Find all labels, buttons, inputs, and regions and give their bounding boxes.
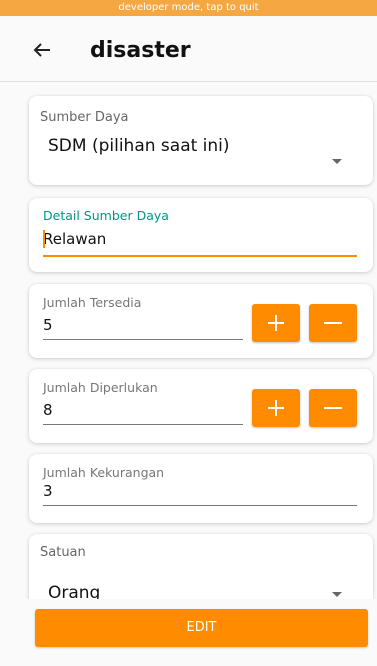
jumlah-diperlukan-label: Jumlah Diperlukan bbox=[43, 380, 158, 395]
decrement-diperlukan-button[interactable] bbox=[309, 389, 357, 427]
decrement-tersedia-button[interactable] bbox=[309, 304, 357, 342]
jumlah-kekurangan-input[interactable]: 3 bbox=[43, 482, 53, 500]
jumlah-diperlukan-input[interactable]: 8 bbox=[43, 401, 53, 419]
jumlah-kekurangan-label: Jumlah Kekurangan bbox=[43, 465, 165, 480]
minus-icon bbox=[324, 407, 342, 409]
edit-button[interactable]: EDIT bbox=[35, 609, 368, 647]
jumlah-tersedia-underline bbox=[43, 339, 243, 340]
satuan-value: Orang bbox=[48, 583, 101, 599]
sumber-daya-dropdown[interactable]: Sumber Daya SDM (pilihan saat ini) bbox=[29, 96, 373, 185]
jumlah-diperlukan-card: Jumlah Diperlukan 8 bbox=[29, 369, 373, 443]
increment-diperlukan-button[interactable] bbox=[252, 389, 300, 427]
sumber-daya-label: Sumber Daya bbox=[40, 110, 129, 125]
page-title: disaster bbox=[90, 38, 191, 63]
jumlah-tersedia-input[interactable]: 5 bbox=[43, 316, 53, 334]
plus-icon-vertical bbox=[275, 400, 277, 416]
jumlah-tersedia-label: Jumlah Tersedia bbox=[43, 295, 142, 310]
detail-sumber-daya-input[interactable]: Relawan bbox=[43, 230, 106, 248]
jumlah-diperlukan-underline bbox=[43, 424, 243, 425]
sumber-daya-value: SDM (pilihan saat ini) bbox=[48, 136, 230, 156]
satuan-label: Satuan bbox=[40, 545, 86, 560]
jumlah-kekurangan-underline bbox=[43, 505, 357, 506]
app-bar: disaster bbox=[0, 16, 377, 82]
caret-down-icon bbox=[332, 159, 342, 164]
bottom-action-bar: EDIT bbox=[0, 599, 377, 666]
back-arrow-icon[interactable] bbox=[30, 38, 54, 62]
developer-mode-banner[interactable]: developer mode, tap to quit bbox=[0, 0, 377, 16]
increment-tersedia-button[interactable] bbox=[252, 304, 300, 342]
caret-down-icon bbox=[332, 592, 342, 597]
text-cursor bbox=[43, 230, 45, 248]
plus-icon-vertical bbox=[275, 315, 277, 331]
form-scroll-area[interactable]: Sumber Daya SDM (pilihan saat ini) Detai… bbox=[0, 83, 377, 599]
detail-sumber-daya-label: Detail Sumber Daya bbox=[43, 208, 169, 223]
satuan-dropdown[interactable]: Satuan Orang bbox=[29, 534, 373, 599]
detail-sumber-daya-underline bbox=[43, 255, 357, 257]
minus-icon bbox=[324, 322, 342, 324]
detail-sumber-daya-card: Detail Sumber Daya Relawan bbox=[29, 198, 373, 272]
jumlah-kekurangan-card: Jumlah Kekurangan 3 bbox=[29, 454, 373, 523]
jumlah-tersedia-card: Jumlah Tersedia 5 bbox=[29, 284, 373, 358]
